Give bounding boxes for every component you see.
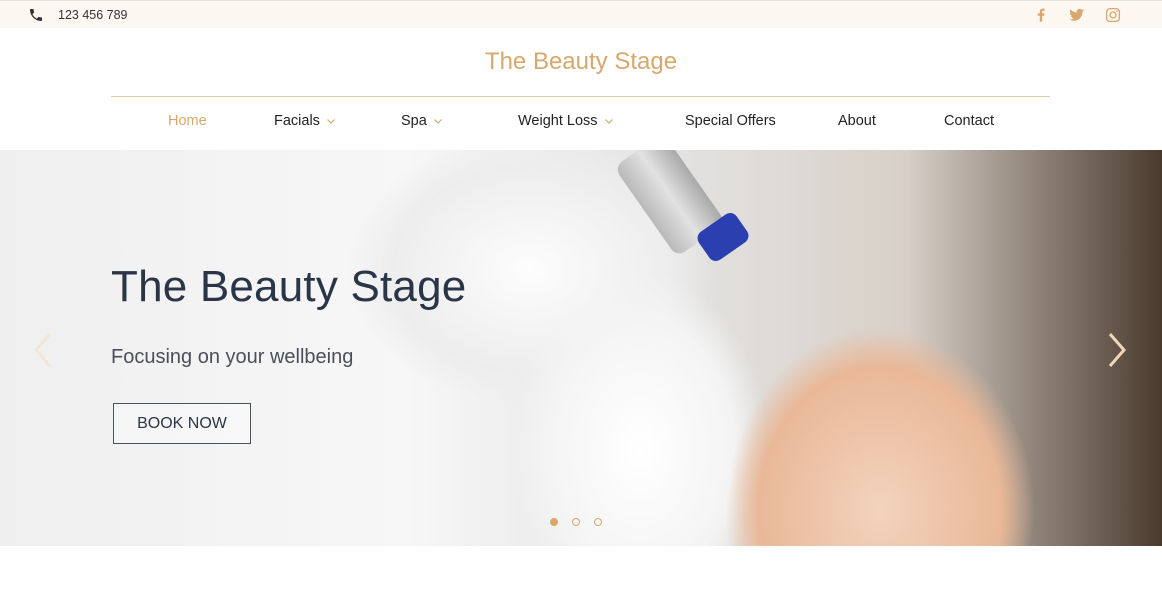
facebook-icon[interactable] (1032, 6, 1050, 24)
slider-dot-2[interactable] (572, 518, 580, 526)
slider-dot-3[interactable] (594, 518, 602, 526)
phone-icon (30, 9, 42, 21)
nav-item-label: Special Offers (685, 113, 776, 129)
slider-dot-1[interactable] (550, 518, 558, 526)
nav-item-home[interactable]: Home (168, 113, 207, 129)
chevron-down-icon (433, 119, 442, 124)
slider-dots (550, 518, 602, 526)
nav-item-weight-loss[interactable]: Weight Loss (518, 113, 614, 129)
instagram-icon[interactable] (1104, 6, 1122, 24)
phone-number: 123 456 789 (58, 8, 128, 22)
twitter-icon[interactable] (1068, 6, 1086, 24)
nav-item-contact[interactable]: Contact (944, 113, 994, 129)
nav-item-label: About (838, 113, 876, 129)
phone-contact[interactable]: 123 456 789 (28, 7, 128, 23)
top-bar: 123 456 789 (0, 0, 1162, 28)
chevron-left-icon[interactable] (28, 330, 58, 370)
nav-item-label: Spa (401, 113, 427, 129)
nav-item-label: Weight Loss (518, 113, 598, 129)
nav-item-about[interactable]: About (838, 113, 876, 129)
chevron-right-icon[interactable] (1102, 330, 1132, 370)
book-now-button[interactable]: BOOK NOW (113, 403, 251, 444)
nav-item-label: Home (168, 113, 207, 129)
nav-item-spa[interactable]: Spa (401, 113, 443, 129)
header-divider (111, 96, 1050, 97)
hero-subtitle: Focusing on your wellbeing (111, 346, 354, 368)
nav-item-special-offers[interactable]: Special Offers (685, 113, 776, 129)
site-logo[interactable]: The Beauty Stage (0, 48, 1162, 76)
hero-slider: The Beauty Stage Focusing on your wellbe… (0, 150, 1162, 546)
chevron-down-icon (604, 119, 613, 124)
main-nav: Home Facials Spa Weight Loss Special Off… (0, 113, 1162, 135)
nav-item-facials[interactable]: Facials (274, 113, 336, 129)
hero-title: The Beauty Stage (111, 262, 467, 311)
chevron-down-icon (327, 119, 335, 124)
nav-item-label: Facials (274, 113, 320, 129)
nav-item-label: Contact (944, 113, 994, 129)
social-links (1032, 6, 1122, 24)
